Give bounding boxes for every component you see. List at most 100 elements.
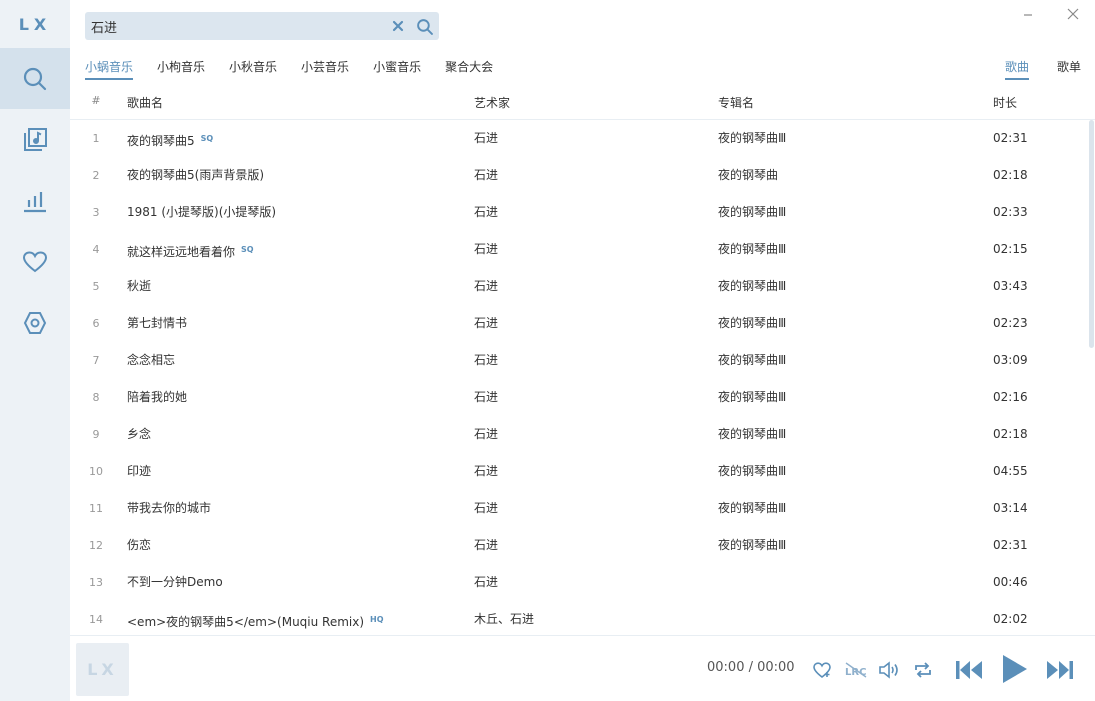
play-button[interactable] <box>998 652 1030 686</box>
table-row[interactable]: 11 带我去你的城市 石进 夜的钢琴曲Ⅲ 03:14 <box>70 490 1085 527</box>
tab-songs[interactable]: 歌曲 <box>1004 58 1029 80</box>
song-album: 夜的钢琴曲Ⅲ <box>718 501 787 515</box>
song-duration: 02:31 <box>993 131 1028 145</box>
song-title: 伤恋 <box>127 538 152 552</box>
song-album: 夜的钢琴曲Ⅲ <box>718 279 787 293</box>
song-duration: 02:31 <box>993 538 1028 552</box>
table-row[interactable]: 14 <em>夜的钢琴曲5</em>(Muqiu Remix) HQ 木丘、石进 02:… <box>70 601 1085 635</box>
table-row[interactable]: 6 第七封情书 石进 夜的钢琴曲Ⅲ 02:23 <box>70 305 1085 342</box>
row-number: 13 <box>89 576 103 589</box>
table-scrollbar[interactable] <box>1089 120 1094 348</box>
song-title: 不到一分钟Demo <box>127 575 223 589</box>
row-number: 5 <box>92 280 100 293</box>
row-number: 10 <box>89 465 103 478</box>
volume-icon <box>879 661 898 679</box>
song-name: <em>夜的钢琴曲5</em>(Muqiu Remix) HQ <box>127 601 384 635</box>
tab-playlists[interactable]: 歌单 <box>1057 58 1081 80</box>
song-duration: 03:43 <box>993 279 1028 293</box>
song-artist: 石进 <box>474 131 499 145</box>
table-row[interactable]: 2 夜的钢琴曲5(雨声背景版) 石进 夜的钢琴曲 02:18 <box>70 157 1085 194</box>
volume-button[interactable] <box>877 658 901 682</box>
tab-source-3[interactable]: 小芸音乐 <box>301 58 349 80</box>
row-number: 6 <box>92 317 100 330</box>
tab-source-2[interactable]: 小秋音乐 <box>229 58 277 80</box>
tab-source-1[interactable]: 小枸音乐 <box>157 58 205 80</box>
app-window: LX 石进 小蜗音乐 小枸音乐 小秋音乐 小芸音乐 小蜜音乐 聚合大会 歌曲 歌… <box>0 0 1095 701</box>
minimize-icon <box>1024 14 1032 16</box>
skip-previous-icon <box>956 661 982 679</box>
row-number: 11 <box>89 502 103 515</box>
song-album: 夜的钢琴曲Ⅲ <box>718 353 787 367</box>
skip-next-icon <box>1047 661 1073 679</box>
song-title: 夜的钢琴曲5 <box>127 134 195 148</box>
song-artist: 石进 <box>474 205 499 219</box>
sidebar-item-search[interactable] <box>0 48 70 109</box>
tab-source-4[interactable]: 小蜜音乐 <box>373 58 421 80</box>
app-logo: LX <box>18 14 52 34</box>
song-duration: 02:18 <box>993 427 1028 441</box>
song-album: 夜的钢琴曲Ⅲ <box>718 131 787 145</box>
table-row[interactable]: 10 印迹 石进 夜的钢琴曲Ⅲ 04:55 <box>70 453 1085 490</box>
clear-search-button[interactable] <box>385 12 411 40</box>
song-title: 第七封情书 <box>127 316 188 330</box>
search-input[interactable] <box>85 12 385 40</box>
favorite-button[interactable] <box>810 658 834 682</box>
song-title: 夜的钢琴曲5(雨声背景版) <box>127 168 264 182</box>
search-icon <box>416 18 433 35</box>
row-number: 4 <box>92 243 100 256</box>
song-duration: 02:23 <box>993 316 1028 330</box>
svg-text:LRC: LRC <box>845 667 866 678</box>
table-row[interactable]: 13 不到一分钟Demo 石进 00:46 <box>70 564 1085 601</box>
sidebar-item-favorites[interactable] <box>0 231 70 292</box>
repeat-mode-button[interactable] <box>911 658 935 682</box>
bar-chart-icon <box>24 191 46 212</box>
table-row[interactable]: 1 夜的钢琴曲5 SQ 石进 夜的钢琴曲Ⅲ 02:31 <box>70 120 1085 157</box>
song-artist: 石进 <box>474 390 499 404</box>
album-cover[interactable]: LX <box>76 643 129 696</box>
hexagon-gear-icon <box>23 311 47 334</box>
row-number: 8 <box>92 391 100 404</box>
sidebar-item-settings[interactable] <box>0 292 70 353</box>
table-row[interactable]: 5 秋逝 石进 夜的钢琴曲Ⅲ 03:43 <box>70 268 1085 305</box>
previous-track-button[interactable] <box>953 655 985 685</box>
song-name: 陪着我的她 <box>127 379 187 416</box>
row-number: 1 <box>92 132 100 145</box>
sidebar-item-song-list[interactable] <box>0 109 70 170</box>
header-album: 专辑名 <box>718 96 755 110</box>
sidebar-item-leaderboard[interactable] <box>0 170 70 231</box>
table-row[interactable]: 3 1981 (小提琴版)(小提琴版) 石进 夜的钢琴曲Ⅲ 02:33 <box>70 194 1085 231</box>
song-table: 1 夜的钢琴曲5 SQ 石进 夜的钢琴曲Ⅲ 02:31 2 夜的钢琴曲5(雨声背景版) 石进 夜的… <box>70 120 1095 635</box>
heart-plus-icon <box>813 662 831 679</box>
table-row[interactable]: 12 伤恋 石进 夜的钢琴曲Ⅲ 02:31 <box>70 527 1085 564</box>
song-title: 秋逝 <box>127 279 152 293</box>
row-number: 12 <box>89 539 103 552</box>
song-name: 不到一分钟Demo <box>127 564 223 601</box>
next-track-button[interactable] <box>1044 655 1076 685</box>
song-artist: 石进 <box>474 316 499 330</box>
player-bar: LX 00:00 / 00:00 LRC <box>70 635 1095 701</box>
minimize-button[interactable] <box>1017 4 1039 24</box>
table-row[interactable]: 7 念念相忘 石进 夜的钢琴曲Ⅲ 03:09 <box>70 342 1085 379</box>
quality-badge: HQ <box>370 615 384 624</box>
repeat-icon <box>915 662 931 678</box>
song-name: 第七封情书 <box>127 305 187 342</box>
song-artist: 石进 <box>474 279 499 293</box>
song-title: 念念相忘 <box>127 353 176 367</box>
song-title: 印迹 <box>127 464 152 478</box>
song-duration: 02:02 <box>993 612 1028 626</box>
table-row[interactable]: 9 乡念 石进 夜的钢琴曲Ⅲ 02:18 <box>70 416 1085 453</box>
song-album: 夜的钢琴曲Ⅲ <box>718 242 787 256</box>
song-title: 乡念 <box>127 427 152 441</box>
search-submit-button[interactable] <box>411 12 437 40</box>
table-row[interactable]: 4 就这样远远地看着你 SQ 石进 夜的钢琴曲Ⅲ 02:15 <box>70 231 1085 268</box>
tab-source-0[interactable]: 小蜗音乐 <box>85 58 134 80</box>
tab-source-5[interactable]: 聚合大会 <box>445 58 493 80</box>
song-album: 夜的钢琴曲 <box>718 168 779 182</box>
song-artist: 石进 <box>474 575 499 589</box>
table-row[interactable]: 8 陪着我的她 石进 夜的钢琴曲Ⅲ 02:16 <box>70 379 1085 416</box>
song-name: 夜的钢琴曲5 SQ <box>127 120 213 157</box>
row-number: 14 <box>89 613 103 626</box>
close-window-button[interactable] <box>1062 4 1084 24</box>
lyrics-button[interactable]: LRC <box>843 658 869 682</box>
header-name: 歌曲名 <box>127 96 164 110</box>
